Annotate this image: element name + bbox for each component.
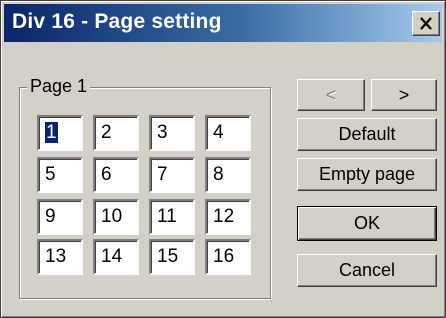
page-cell-3[interactable]: 3: [149, 115, 195, 151]
ok-button[interactable]: OK: [297, 206, 437, 241]
group-label: Page 1: [27, 76, 91, 97]
page-cell-6[interactable]: 6: [93, 157, 139, 193]
page-cell-15[interactable]: 15: [149, 239, 195, 275]
page-cell-2[interactable]: 2: [93, 115, 139, 151]
page-cell-8[interactable]: 8: [205, 157, 251, 193]
window-title: Div 16 - Page setting: [12, 10, 222, 33]
page-cell-7[interactable]: 7: [149, 157, 195, 193]
default-button[interactable]: Default: [297, 118, 437, 151]
page-cell-4[interactable]: 4: [205, 115, 251, 151]
page-cell-1[interactable]: 1: [37, 115, 83, 151]
page-cell-10[interactable]: 10: [93, 199, 139, 235]
cancel-button[interactable]: Cancel: [297, 254, 437, 287]
page-cell-9[interactable]: 9: [37, 199, 83, 235]
empty-page-button[interactable]: Empty page: [297, 158, 437, 191]
title-bar[interactable]: Div 16 - Page setting: [4, 4, 442, 42]
prev-page-button[interactable]: <: [297, 79, 365, 111]
page-cell-16[interactable]: 16: [205, 239, 251, 275]
page-cell-5[interactable]: 5: [37, 157, 83, 193]
page-cell-14[interactable]: 14: [93, 239, 139, 275]
page-setting-dialog: Div 16 - Page setting Page 1 1 2 3 4 5 6…: [0, 0, 446, 318]
page-cell-11[interactable]: 11: [149, 199, 195, 235]
page-cell-13[interactable]: 13: [37, 239, 83, 275]
close-button[interactable]: [412, 11, 440, 36]
next-page-button[interactable]: >: [371, 79, 437, 111]
close-icon: [420, 17, 432, 30]
page-cell-12[interactable]: 12: [205, 199, 251, 235]
